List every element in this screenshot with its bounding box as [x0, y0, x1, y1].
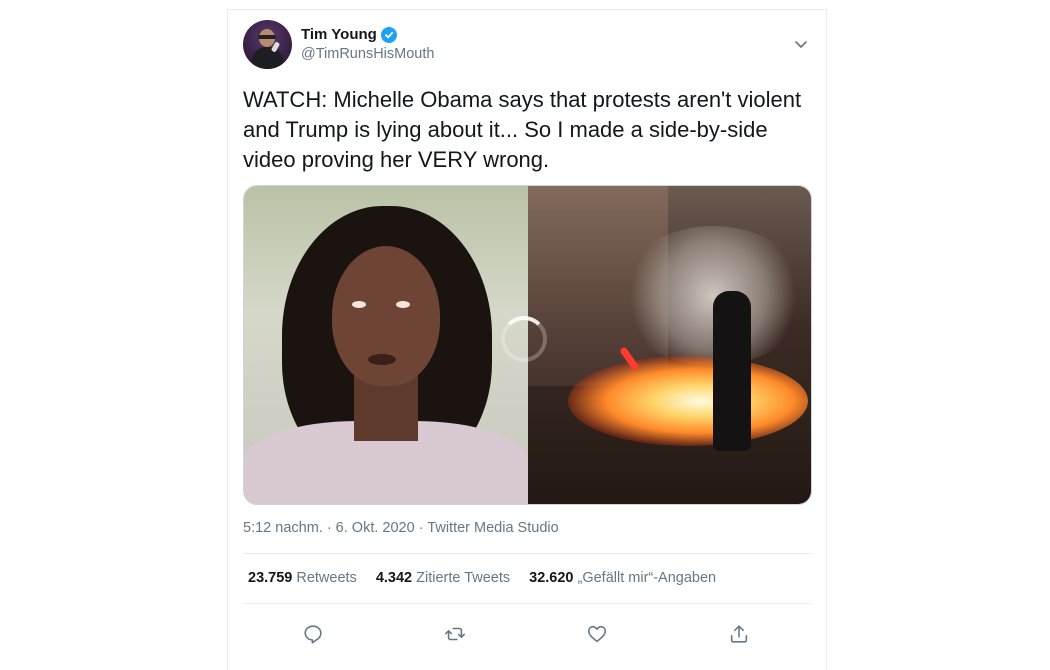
divider [243, 603, 811, 604]
engagement-stats: 23.759 Retweets 4.342 Zitierte Tweets 32.6… [248, 570, 735, 586]
name-row: Tim Young [301, 26, 397, 43]
retweets-stat[interactable]: 23.759 Retweets [248, 570, 357, 586]
video-right-panel [528, 186, 811, 504]
tweet-card: Tim Young @TimRunsHisMouth WATCH: Michel… [227, 9, 827, 670]
retweet-icon[interactable] [437, 616, 473, 652]
author-handle[interactable]: @TimRunsHisMouth [301, 46, 434, 62]
video-player[interactable] [243, 185, 812, 505]
divider [243, 553, 811, 554]
author-display-name[interactable]: Tim Young [301, 26, 377, 43]
reply-icon[interactable] [295, 616, 331, 652]
loading-spinner-icon [501, 316, 547, 362]
verified-badge-icon [380, 26, 397, 43]
tweet-text: WATCH: Michelle Obama says that protests… [243, 87, 802, 172]
video-left-panel [244, 186, 528, 504]
quote-tweets-stat[interactable]: 4.342 Zitierte Tweets [376, 570, 510, 586]
likes-stat[interactable]: 32.620 „Gefällt mir“-Angaben [529, 570, 716, 586]
heart-icon[interactable] [579, 616, 615, 652]
tweet-header: Tim Young @TimRunsHisMouth [243, 20, 811, 70]
tweet-timestamp[interactable]: 5:12 nachm. · 6. Okt. 2020 · Twitter Med… [243, 520, 559, 536]
chevron-down-icon[interactable] [793, 36, 809, 52]
tweet-actions [228, 616, 826, 652]
share-icon[interactable] [721, 616, 757, 652]
avatar[interactable] [243, 20, 292, 69]
